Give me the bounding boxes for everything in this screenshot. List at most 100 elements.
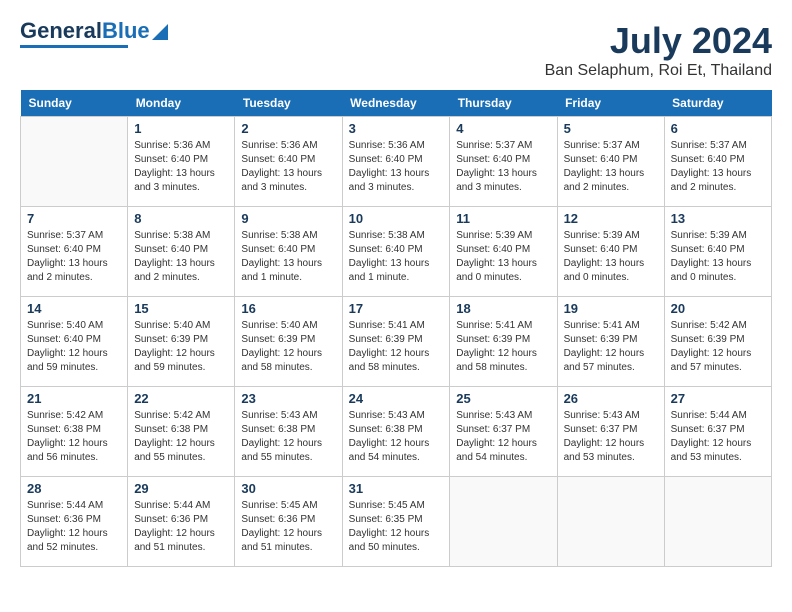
day-number: 15 bbox=[134, 301, 228, 316]
day-number: 18 bbox=[456, 301, 550, 316]
day-info: Sunrise: 5:37 AMSunset: 6:40 PMDaylight:… bbox=[564, 139, 658, 195]
day-info: Sunrise: 5:37 AMSunset: 6:40 PMDaylight:… bbox=[456, 139, 550, 195]
table-row: 27 Sunrise: 5:44 AMSunset: 6:37 PMDayligh… bbox=[664, 387, 771, 477]
day-number: 22 bbox=[134, 391, 228, 406]
logo-general: General bbox=[20, 20, 102, 42]
day-number: 27 bbox=[671, 391, 765, 406]
table-row: 23 Sunrise: 5:43 AMSunset: 6:38 PMDayligh… bbox=[235, 387, 342, 477]
day-number: 3 bbox=[349, 121, 444, 136]
day-info: Sunrise: 5:41 AMSunset: 6:39 PMDaylight:… bbox=[456, 319, 550, 375]
table-row: 13Sunrise: 5:39 AMSunset: 6:40 PMDayligh… bbox=[664, 207, 771, 297]
table-row: 26 Sunrise: 5:43 AMSunset: 6:37 PMDayligh… bbox=[557, 387, 664, 477]
table-row bbox=[450, 477, 557, 567]
table-row bbox=[557, 477, 664, 567]
day-number: 16 bbox=[241, 301, 335, 316]
day-number: 14 bbox=[27, 301, 121, 316]
table-row: 12Sunrise: 5:39 AMSunset: 6:40 PMDayligh… bbox=[557, 207, 664, 297]
header-tuesday: Tuesday bbox=[235, 90, 342, 117]
day-number: 30 bbox=[241, 481, 335, 496]
month-title: July 2024 bbox=[545, 20, 772, 62]
table-row: 6Sunrise: 5:37 AMSunset: 6:40 PMDaylight… bbox=[664, 117, 771, 207]
header-sunday: Sunday bbox=[21, 90, 128, 117]
day-info: Sunrise: 5:43 AMSunset: 6:38 PMDaylight:… bbox=[241, 409, 335, 465]
calendar-week-row: 1Sunrise: 5:36 AMSunset: 6:40 PMDaylight… bbox=[21, 117, 772, 207]
day-info: Sunrise: 5:45 AMSunset: 6:35 PMDaylight:… bbox=[349, 499, 444, 555]
table-row: 29 Sunrise: 5:44 AMSunset: 6:36 PMDayligh… bbox=[128, 477, 235, 567]
table-row: 8Sunrise: 5:38 AMSunset: 6:40 PMDaylight… bbox=[128, 207, 235, 297]
logo-blue: Blue bbox=[102, 20, 150, 42]
day-info: Sunrise: 5:36 AMSunset: 6:40 PMDaylight:… bbox=[349, 139, 444, 195]
calendar-week-row: 7 Sunrise: 5:37 AMSunset: 6:40 PMDaylight… bbox=[21, 207, 772, 297]
day-number: 9 bbox=[241, 211, 335, 226]
day-info: Sunrise: 5:43 AMSunset: 6:37 PMDaylight:… bbox=[564, 409, 658, 465]
location-title: Ban Selaphum, Roi Et, Thailand bbox=[545, 62, 772, 80]
day-number: 23 bbox=[241, 391, 335, 406]
day-info: Sunrise: 5:40 AMSunset: 6:39 PMDaylight:… bbox=[134, 319, 228, 375]
table-row: 11 Sunrise: 5:39 AMSunset: 6:40 PMDayligh… bbox=[450, 207, 557, 297]
calendar-table: Sunday Monday Tuesday Wednesday Thursday… bbox=[20, 90, 772, 567]
table-row: 18 Sunrise: 5:41 AMSunset: 6:39 PMDayligh… bbox=[450, 297, 557, 387]
day-info: Sunrise: 5:41 AMSunset: 6:39 PMDaylight:… bbox=[564, 319, 658, 375]
day-info: Sunrise: 5:38 AMSunset: 6:40 PMDaylight:… bbox=[241, 229, 335, 285]
calendar-week-row: 28 Sunrise: 5:44 AMSunset: 6:36 PMDayligh… bbox=[21, 477, 772, 567]
table-row: 22 Sunrise: 5:42 AMSunset: 6:38 PMDayligh… bbox=[128, 387, 235, 477]
day-info: Sunrise: 5:36 AMSunset: 6:40 PMDaylight:… bbox=[241, 139, 335, 195]
day-number: 29 bbox=[134, 481, 228, 496]
day-info: Sunrise: 5:45 AMSunset: 6:36 PMDaylight:… bbox=[241, 499, 335, 555]
day-number: 4 bbox=[456, 121, 550, 136]
day-info: Sunrise: 5:44 AMSunset: 6:36 PMDaylight:… bbox=[134, 499, 228, 555]
day-number: 19 bbox=[564, 301, 658, 316]
day-info: Sunrise: 5:40 AMSunset: 6:39 PMDaylight:… bbox=[241, 319, 335, 375]
logo-underline bbox=[20, 45, 128, 48]
day-number: 20 bbox=[671, 301, 765, 316]
day-number: 21 bbox=[27, 391, 121, 406]
table-row: 10Sunrise: 5:38 AMSunset: 6:40 PMDayligh… bbox=[342, 207, 450, 297]
day-number: 26 bbox=[564, 391, 658, 406]
day-info: Sunrise: 5:42 AMSunset: 6:39 PMDaylight:… bbox=[671, 319, 765, 375]
day-number: 28 bbox=[27, 481, 121, 496]
day-number: 11 bbox=[456, 211, 550, 226]
calendar-week-row: 21 Sunrise: 5:42 AMSunset: 6:38 PMDayligh… bbox=[21, 387, 772, 477]
day-info: Sunrise: 5:41 AMSunset: 6:39 PMDaylight:… bbox=[349, 319, 444, 375]
day-info: Sunrise: 5:43 AMSunset: 6:38 PMDaylight:… bbox=[349, 409, 444, 465]
title-area: July 2024 Ban Selaphum, Roi Et, Thailand bbox=[545, 20, 772, 80]
table-row: 7 Sunrise: 5:37 AMSunset: 6:40 PMDaylight… bbox=[21, 207, 128, 297]
day-number: 2 bbox=[241, 121, 335, 136]
table-row: 15 Sunrise: 5:40 AMSunset: 6:39 PMDayligh… bbox=[128, 297, 235, 387]
table-row: 14 Sunrise: 5:40 AMSunset: 6:40 PMDayligh… bbox=[21, 297, 128, 387]
header-friday: Friday bbox=[557, 90, 664, 117]
day-info: Sunrise: 5:43 AMSunset: 6:37 PMDaylight:… bbox=[456, 409, 550, 465]
header-wednesday: Wednesday bbox=[342, 90, 450, 117]
table-row: 16 Sunrise: 5:40 AMSunset: 6:39 PMDayligh… bbox=[235, 297, 342, 387]
day-number: 7 bbox=[27, 211, 121, 226]
day-info: Sunrise: 5:39 AMSunset: 6:40 PMDaylight:… bbox=[456, 229, 550, 285]
calendar-header-row: Sunday Monday Tuesday Wednesday Thursday… bbox=[21, 90, 772, 117]
table-row: 25Sunrise: 5:43 AMSunset: 6:37 PMDayligh… bbox=[450, 387, 557, 477]
day-info: Sunrise: 5:44 AMSunset: 6:37 PMDaylight:… bbox=[671, 409, 765, 465]
table-row: 5Sunrise: 5:37 AMSunset: 6:40 PMDaylight… bbox=[557, 117, 664, 207]
day-info: Sunrise: 5:44 AMSunset: 6:36 PMDaylight:… bbox=[27, 499, 121, 555]
table-row: 4 Sunrise: 5:37 AMSunset: 6:40 PMDaylight… bbox=[450, 117, 557, 207]
day-number: 10 bbox=[349, 211, 444, 226]
day-info: Sunrise: 5:37 AMSunset: 6:40 PMDaylight:… bbox=[27, 229, 121, 285]
table-row: 2 Sunrise: 5:36 AMSunset: 6:40 PMDaylight… bbox=[235, 117, 342, 207]
table-row: 9 Sunrise: 5:38 AMSunset: 6:40 PMDaylight… bbox=[235, 207, 342, 297]
header-saturday: Saturday bbox=[664, 90, 771, 117]
table-row: 1Sunrise: 5:36 AMSunset: 6:40 PMDaylight… bbox=[128, 117, 235, 207]
logo: General Blue bbox=[20, 20, 120, 48]
header-monday: Monday bbox=[128, 90, 235, 117]
page-header: General Blue July 2024 Ban Selaphum, Roi… bbox=[20, 20, 772, 80]
table-row: 3 Sunrise: 5:36 AMSunset: 6:40 PMDaylight… bbox=[342, 117, 450, 207]
day-info: Sunrise: 5:38 AMSunset: 6:40 PMDaylight:… bbox=[134, 229, 228, 285]
table-row: 28 Sunrise: 5:44 AMSunset: 6:36 PMDayligh… bbox=[21, 477, 128, 567]
day-info: Sunrise: 5:37 AMSunset: 6:40 PMDaylight:… bbox=[671, 139, 765, 195]
day-number: 13 bbox=[671, 211, 765, 226]
table-row: 24Sunrise: 5:43 AMSunset: 6:38 PMDayligh… bbox=[342, 387, 450, 477]
day-info: Sunrise: 5:40 AMSunset: 6:40 PMDaylight:… bbox=[27, 319, 121, 375]
table-row: 30 Sunrise: 5:45 AMSunset: 6:36 PMDayligh… bbox=[235, 477, 342, 567]
day-info: Sunrise: 5:42 AMSunset: 6:38 PMDaylight:… bbox=[134, 409, 228, 465]
table-row bbox=[664, 477, 771, 567]
header-thursday: Thursday bbox=[450, 90, 557, 117]
day-info: Sunrise: 5:36 AMSunset: 6:40 PMDaylight:… bbox=[134, 139, 228, 195]
day-number: 12 bbox=[564, 211, 658, 226]
